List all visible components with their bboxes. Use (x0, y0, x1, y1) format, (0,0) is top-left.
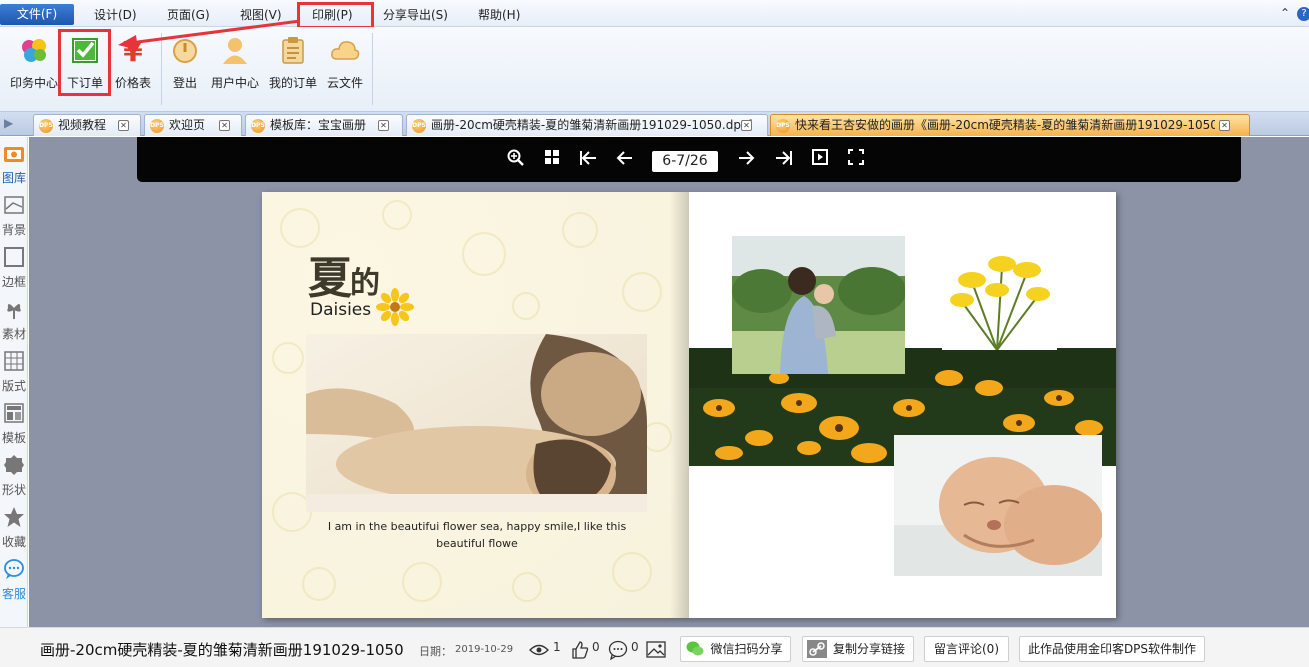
photo-caption: I am in the beautifui flower sea, happy … (327, 520, 627, 550)
leave-comment-button[interactable]: 留言评论(0) (924, 636, 1009, 662)
sidebar-item-gallery[interactable]: 图库 (0, 142, 28, 186)
next-page-icon[interactable] (737, 149, 757, 169)
sidebar-item-layout[interactable]: 版式 (0, 350, 28, 394)
dps-icon: DPS (251, 119, 265, 133)
fullscreen-icon[interactable] (846, 149, 866, 169)
tab-video-tutorial[interactable]: DPS 视频教程 ✕ (33, 114, 141, 136)
background-icon (4, 196, 24, 214)
print-center-button[interactable]: 印务中心 (8, 35, 60, 91)
made-with-dps-button[interactable]: 此作品使用金印客DPS软件制作 (1019, 636, 1205, 662)
help-icon[interactable]: ? (1297, 7, 1309, 21)
comment-count: 0 (631, 640, 639, 654)
comment-icon[interactable] (608, 640, 628, 660)
yellow-flowers-photo (942, 242, 1057, 350)
sidebar-item-materials[interactable]: 素材 (0, 298, 28, 342)
thumbs-up-icon[interactable] (571, 641, 589, 659)
like-count: 0 (592, 640, 600, 654)
border-icon (4, 247, 24, 267)
sidebar-item-favorites[interactable]: 收藏 (0, 506, 28, 550)
annotation-arrow (118, 19, 301, 50)
dps-icon: DPS (412, 119, 426, 133)
daisy-icon (376, 288, 414, 326)
tab-welcome[interactable]: DPS 欢迎页 ✕ (144, 114, 242, 136)
shape-icon (4, 455, 24, 475)
star-icon (4, 507, 24, 527)
document-title: 画册-20cm硬壳精装-夏的雏菊清新画册191029-1050 (40, 641, 404, 659)
sidebar-item-background[interactable]: 背景 (0, 194, 28, 238)
ribbon-separator (372, 33, 373, 105)
panel-toggle-icon[interactable]: ▶ (4, 116, 18, 130)
date-label: 日期： (419, 645, 452, 658)
ribbon-minimize-icon[interactable]: ⌃ (1280, 6, 1290, 20)
wechat-share-button[interactable]: 微信扫码分享 (680, 636, 791, 662)
dps-icon: DPS (776, 119, 790, 133)
zoom-in-icon[interactable] (506, 149, 526, 169)
print-center-icon (22, 39, 46, 62)
album-title-english: Daisies (310, 300, 372, 320)
tab-share-preview[interactable]: DPS 快来看王杏安做的画册《画册-20cm硬壳精装-夏的雏菊清新画册19102… (770, 114, 1250, 136)
link-icon (807, 640, 827, 658)
chat-bubble-icon (4, 559, 24, 579)
menu-help[interactable]: 帮助(H) (478, 6, 520, 24)
left-sidebar: 图库 背景 边框 素材 版式 模板 形状 收藏 客服 (0, 137, 28, 627)
sleeping-baby-photo (894, 435, 1102, 576)
flower-icon (7, 304, 21, 319)
menu-file[interactable]: 文件(F) (0, 4, 74, 25)
gallery-icon (4, 147, 24, 162)
tab-album-file[interactable]: DPS 画册-20cm硬壳精装-夏的雏菊清新画册191029-1050.dpsf… (406, 114, 768, 136)
tab-template-library[interactable]: DPS 模板库：宝宝画册 ✕ (245, 114, 403, 136)
grid-icon (4, 351, 24, 371)
sidebar-item-border[interactable]: 边框 (0, 246, 28, 290)
album-spread: 夏的 Daisies I am in the beautifui flower … (262, 192, 1116, 618)
sidebar-item-support[interactable]: 客服 (0, 558, 28, 602)
close-icon[interactable]: ✕ (1219, 120, 1230, 131)
dps-icon: DPS (150, 119, 164, 133)
eye-icon (529, 644, 549, 656)
close-icon[interactable]: ✕ (378, 120, 389, 131)
close-icon[interactable]: ✕ (118, 120, 129, 131)
wechat-icon (686, 641, 704, 656)
date-value: 2019-10-29 (455, 644, 514, 655)
view-count: 1 (553, 640, 561, 654)
template-icon (4, 403, 24, 423)
copy-link-button[interactable]: 复制分享链接 (802, 636, 914, 662)
page-counter[interactable]: 6-7/26 (652, 151, 718, 172)
dps-icon: DPS (39, 119, 53, 133)
previous-page-icon[interactable] (614, 149, 634, 169)
menu-share-export[interactable]: 分享导出(S) (383, 6, 448, 24)
mother-child-park-photo (732, 236, 905, 374)
share-status-bar: 画册-20cm硬壳精装-夏的雏菊清新画册191029-1050 日期： 2019… (0, 627, 1309, 667)
close-icon[interactable]: ✕ (741, 120, 752, 131)
last-page-icon[interactable] (774, 149, 794, 169)
document-tab-bar: DPS 视频教程 ✕ DPS 欢迎页 ✕ DPS 模板库：宝宝画册 ✕ DPS … (0, 112, 1309, 136)
close-icon[interactable]: ✕ (219, 120, 230, 131)
mother-baby-photo (306, 334, 647, 512)
cloud-icon (331, 41, 360, 60)
thumbnails-icon[interactable] (542, 149, 562, 169)
sidebar-item-shape[interactable]: 形状 (0, 454, 28, 498)
image-icon[interactable] (646, 641, 666, 658)
autoplay-icon[interactable] (810, 149, 830, 169)
sidebar-item-template[interactable]: 模板 (0, 402, 28, 446)
cloud-files-button[interactable]: 云文件 (325, 35, 365, 91)
first-page-icon[interactable] (578, 149, 598, 169)
album-title-chinese: 夏的 (308, 253, 380, 304)
